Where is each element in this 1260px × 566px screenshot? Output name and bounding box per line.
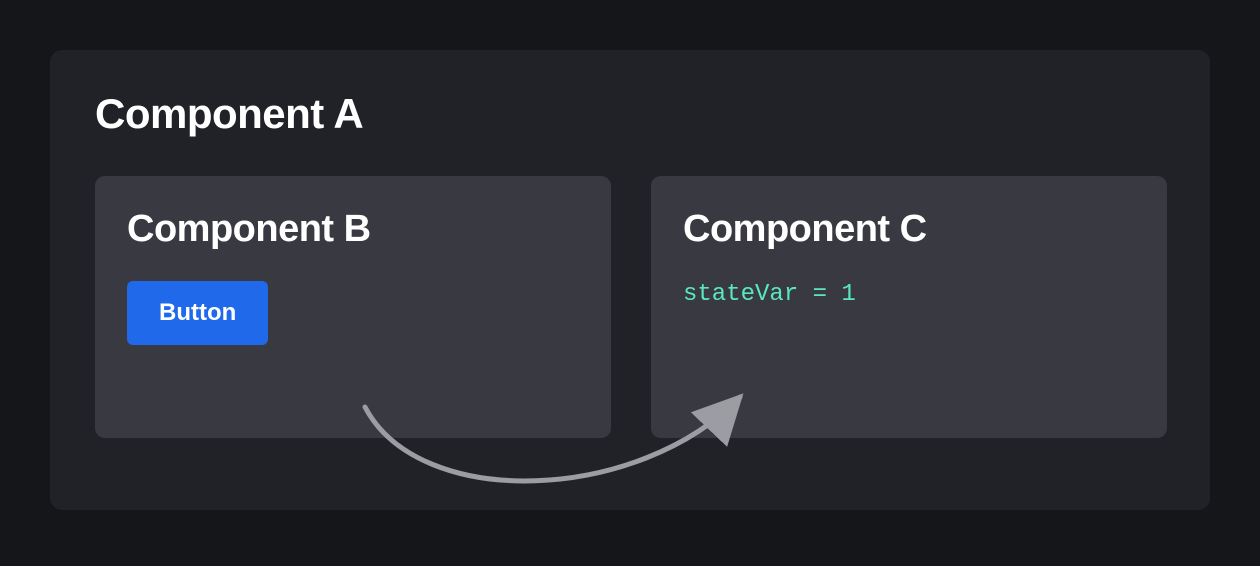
component-a-title: Component A: [95, 90, 1170, 138]
component-c-code: stateVar = 1: [683, 281, 1135, 308]
component-a-children: Component B Button Component C stateVar …: [95, 176, 1170, 438]
component-a: Component A Component B Button Component…: [50, 50, 1210, 510]
component-b: Component B Button: [95, 176, 611, 438]
component-c-title: Component C: [683, 208, 1135, 251]
component-c: Component C stateVar = 1: [651, 176, 1167, 438]
component-b-button[interactable]: Button: [127, 281, 268, 345]
component-b-title: Component B: [127, 208, 579, 251]
